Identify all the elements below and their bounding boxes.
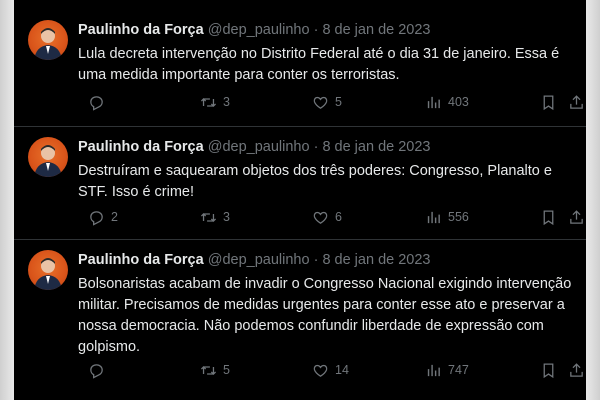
tweet-actions: 5 14 747 (76, 360, 586, 380)
author-name[interactable]: Paulinho da Força (78, 22, 204, 38)
retweet-button[interactable]: 3 (200, 207, 230, 227)
heart-icon (313, 96, 328, 109)
author-handle[interactable]: @dep_paulinho (208, 22, 310, 38)
tweet-date[interactable]: 8 de jan de 2023 (322, 252, 430, 268)
retweet-button[interactable]: 3 (200, 92, 230, 112)
image-border-right (586, 0, 600, 400)
like-button[interactable]: 5 (312, 92, 342, 112)
reply-button[interactable] (88, 360, 111, 380)
retweet-button[interactable]: 5 (200, 360, 230, 380)
like-count: 14 (335, 363, 349, 377)
separator-dot: · (313, 139, 319, 155)
bookmark-icon (543, 362, 554, 378)
bookmark-icon (543, 209, 554, 225)
avatar[interactable] (28, 137, 68, 177)
tweet[interactable]: Paulinho da Força @dep_paulinho · 8 de j… (14, 240, 586, 390)
avatar-portrait-icon (34, 258, 62, 290)
tweet-header: Paulinho da Força @dep_paulinho · 8 de j… (78, 139, 430, 155)
views-count: 556 (448, 210, 469, 224)
retweet-icon (200, 365, 217, 375)
views-chart-icon (427, 364, 440, 376)
views-button[interactable]: 403 (425, 92, 469, 112)
avatar[interactable] (28, 20, 68, 60)
like-button[interactable]: 6 (312, 207, 342, 227)
like-button[interactable]: 14 (312, 360, 349, 380)
like-count: 6 (335, 210, 342, 224)
tweet-actions: 2 3 6 556 (76, 207, 586, 227)
share-icon (570, 94, 583, 109)
views-button[interactable]: 556 (425, 207, 469, 227)
retweet-count: 5 (223, 363, 230, 377)
bookmark-icon (543, 94, 554, 110)
heart-icon (313, 364, 328, 377)
bookmark-button[interactable] (540, 207, 557, 227)
like-count: 5 (335, 95, 342, 109)
views-count: 747 (448, 363, 469, 377)
reply-button[interactable]: 2 (88, 207, 118, 227)
reply-count: 2 (111, 210, 118, 224)
tweet-date[interactable]: 8 de jan de 2023 (322, 139, 430, 155)
share-button[interactable] (568, 92, 585, 112)
tweet-text: Lula decreta intervenção no Distrito Fed… (78, 46, 560, 83)
heart-icon (313, 211, 328, 224)
reply-button[interactable] (88, 92, 111, 112)
avatar-portrait-icon (34, 145, 62, 177)
author-handle[interactable]: @dep_paulinho (208, 139, 310, 155)
timeline: Paulinho da Força @dep_paulinho · 8 de j… (14, 0, 586, 400)
bookmark-button[interactable] (540, 92, 557, 112)
views-chart-icon (427, 211, 440, 223)
reply-icon (90, 363, 103, 379)
tweet-text: Bolsonaristas acabam de invadir o Congre… (78, 276, 572, 355)
retweet-count: 3 (223, 210, 230, 224)
avatar[interactable] (28, 250, 68, 290)
retweet-count: 3 (223, 95, 230, 109)
tweet-date[interactable]: 8 de jan de 2023 (322, 22, 430, 38)
views-button[interactable]: 747 (425, 360, 469, 380)
author-name[interactable]: Paulinho da Força (78, 252, 204, 268)
author-handle[interactable]: @dep_paulinho (208, 252, 310, 268)
separator-dot: · (313, 22, 319, 38)
tweet-header: Paulinho da Força @dep_paulinho · 8 de j… (78, 22, 430, 38)
views-count: 403 (448, 95, 469, 109)
image-border-left (0, 0, 14, 400)
author-name[interactable]: Paulinho da Força (78, 139, 204, 155)
share-icon (570, 362, 583, 377)
share-icon (570, 209, 583, 224)
separator-dot: · (313, 252, 319, 268)
tweet-text: Destruíram e saquearam objetos dos três … (78, 163, 552, 200)
tweet-actions: 3 5 403 (76, 92, 586, 112)
retweet-icon (200, 97, 217, 107)
tweet[interactable]: Paulinho da Força @dep_paulinho · 8 de j… (14, 127, 586, 240)
share-button[interactable] (568, 360, 585, 380)
reply-icon (90, 210, 103, 226)
views-chart-icon (427, 96, 440, 108)
retweet-icon (200, 212, 217, 222)
avatar-portrait-icon (34, 28, 62, 60)
tweet-header: Paulinho da Força @dep_paulinho · 8 de j… (78, 252, 430, 268)
tweet[interactable]: Paulinho da Força @dep_paulinho · 8 de j… (14, 10, 586, 127)
bookmark-button[interactable] (540, 360, 557, 380)
share-button[interactable] (568, 207, 585, 227)
reply-icon (90, 95, 103, 111)
